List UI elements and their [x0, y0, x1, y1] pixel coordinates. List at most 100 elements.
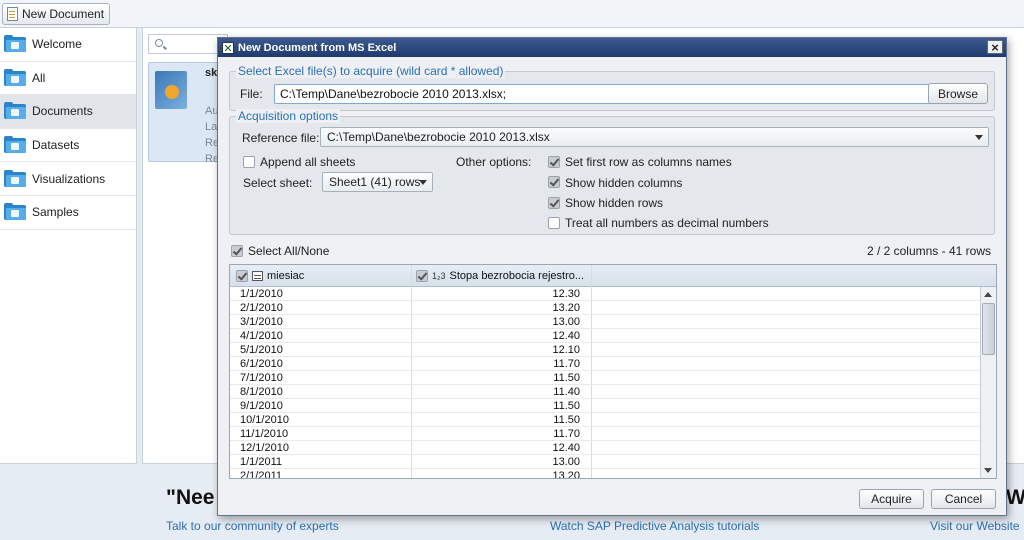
- first-row-names-label: Set first row as columns names: [565, 155, 732, 169]
- browse-button[interactable]: Browse: [928, 83, 988, 104]
- column-header-miesiac[interactable]: miesiac: [236, 265, 304, 287]
- sidebar-item-all[interactable]: All: [0, 62, 136, 96]
- files-group: Select Excel file(s) to acquire (wild ca…: [229, 64, 995, 111]
- sidebar-item-visualizations[interactable]: Visualizations: [0, 162, 136, 196]
- documents-folder-icon: [4, 102, 26, 120]
- sidebar-item-samples[interactable]: Samples: [0, 196, 136, 230]
- table-row: 10/1/2010 11.50: [230, 413, 980, 427]
- decimal-numbers-checkbox[interactable]: [548, 217, 560, 229]
- column-header-stopa[interactable]: 1₂3 Stopa bezrobocia rejestro...: [416, 265, 584, 287]
- cell-miesiac: 10/1/2010: [240, 414, 289, 426]
- all-folder-icon: [4, 68, 26, 87]
- table-row: 9/1/2010 11.50: [230, 399, 980, 413]
- banner-headline: "Nee: [166, 486, 215, 509]
- sidebar-item-datasets[interactable]: Datasets: [0, 129, 136, 163]
- sidebar-item-documents[interactable]: Documents: [0, 95, 136, 129]
- sidebar-item-welcome[interactable]: Welcome: [0, 28, 136, 62]
- cell-stopa: 11.50: [553, 400, 580, 412]
- table-row: 1/1/2011 13.00: [230, 455, 980, 469]
- cancel-button[interactable]: Cancel: [931, 489, 996, 509]
- chevron-down-icon: [419, 180, 427, 185]
- cell-miesiac: 5/1/2010: [240, 344, 283, 356]
- cell-stopa: 11.50: [553, 414, 580, 426]
- date-type-icon: [252, 271, 263, 281]
- decimal-numbers-label: Treat all numbers as decimal numbers: [565, 216, 769, 230]
- acquire-button[interactable]: Acquire: [859, 489, 924, 509]
- samples-folder-icon: [4, 203, 26, 221]
- columns-rows-summary: 2 / 2 columns - 41 rows: [866, 244, 991, 258]
- other-options-label: Other options:: [456, 155, 532, 169]
- new-document-icon: [7, 7, 18, 21]
- cell-miesiac: 1/1/2010: [240, 288, 283, 300]
- column-checkbox[interactable]: [236, 270, 248, 282]
- cell-stopa: 12.30: [552, 288, 580, 300]
- cell-stopa: 12.10: [552, 344, 580, 356]
- sidebar-item-label: Samples: [32, 205, 79, 220]
- dialog-titlebar[interactable]: New Document from MS Excel ×: [218, 38, 1006, 57]
- scroll-down-icon[interactable]: [984, 468, 992, 473]
- website-link[interactable]: Visit our Website: [930, 519, 1020, 533]
- column-checkbox[interactable]: [416, 270, 428, 282]
- first-row-names-checkbox[interactable]: [548, 156, 560, 168]
- cell-miesiac: 6/1/2010: [240, 358, 283, 370]
- reference-file-value: C:\Temp\Dane\bezrobocie 2010 2013.xlsx: [327, 130, 550, 144]
- sheet-select-value: Sheet1 (41) rows: [329, 175, 421, 189]
- column-name: Stopa bezrobocia rejestro...: [449, 270, 585, 282]
- table-row: 2/1/2011 13.20: [230, 469, 980, 478]
- files-group-legend: Select Excel file(s) to acquire (wild ca…: [236, 64, 506, 78]
- sheet-select[interactable]: Sheet1 (41) rows: [322, 172, 433, 192]
- cell-miesiac: 9/1/2010: [240, 400, 283, 412]
- table-row: 2/1/2010 13.20: [230, 301, 980, 315]
- cell-miesiac: 3/1/2010: [240, 316, 283, 328]
- file-path-input[interactable]: [274, 84, 934, 104]
- cell-miesiac: 7/1/2010: [240, 372, 283, 384]
- cell-stopa: 13.00: [552, 316, 580, 328]
- welcome-folder-icon: [4, 35, 26, 53]
- scroll-thumb[interactable]: [982, 303, 995, 355]
- cell-miesiac: 8/1/2010: [240, 386, 283, 398]
- select-all-label: Select All/None: [248, 244, 330, 258]
- search-input[interactable]: [148, 34, 228, 54]
- cell-stopa: 12.40: [552, 442, 580, 454]
- table-row: 12/1/2010 12.40: [230, 441, 980, 455]
- table-row: 5/1/2010 12.10: [230, 343, 980, 357]
- scroll-up-icon[interactable]: [984, 292, 992, 297]
- table-header: miesiac 1₂3 Stopa bezrobocia rejestro...: [230, 265, 996, 287]
- cell-miesiac: 2/1/2010: [240, 302, 283, 314]
- cell-miesiac: 2/1/2011: [240, 470, 283, 478]
- cell-stopa: 11.70: [553, 358, 580, 370]
- tutorials-link[interactable]: Watch SAP Predictive Analysis tutorials: [550, 519, 759, 533]
- table-row: 6/1/2010 11.70: [230, 357, 980, 371]
- document-tile-name: sk: [205, 67, 218, 79]
- search-icon: [155, 39, 163, 47]
- append-all-sheets-checkbox[interactable]: [243, 156, 255, 168]
- show-hidden-rows-checkbox[interactable]: [548, 197, 560, 209]
- numeric-type-icon: 1₂3: [432, 271, 446, 281]
- file-label: File:: [240, 87, 263, 101]
- document-tile[interactable]: sk Au La Re Re: [148, 62, 228, 165]
- table-body: 1/1/2010 12.30 2/1/2010 13.20 3/1/2010 13.00 4…: [230, 287, 980, 478]
- sidebar: Welcome All Documents Datasets Visualiza…: [0, 28, 137, 464]
- new-document-button[interactable]: New Document: [2, 3, 110, 25]
- table-row: 1/1/2010 12.30: [230, 287, 980, 301]
- cell-stopa: 11.40: [553, 386, 580, 398]
- append-all-sheets-label: Append all sheets: [260, 155, 356, 169]
- table-row: 8/1/2010 11.40: [230, 385, 980, 399]
- reference-file-select[interactable]: C:\Temp\Dane\bezrobocie 2010 2013.xlsx: [320, 127, 989, 147]
- cell-stopa: 11.70: [553, 428, 580, 440]
- new-document-label: New Document: [22, 7, 105, 21]
- sidebar-item-label: Welcome: [32, 37, 82, 52]
- cell-stopa: 12.40: [552, 330, 580, 342]
- select-all-checkbox[interactable]: [231, 245, 243, 257]
- community-link[interactable]: Talk to our community of experts: [166, 519, 339, 533]
- dialog-title: New Document from MS Excel: [238, 41, 397, 54]
- table-row: 4/1/2010 12.40: [230, 329, 980, 343]
- cell-stopa: 11.50: [553, 372, 580, 384]
- close-button[interactable]: ×: [987, 40, 1003, 54]
- show-hidden-columns-checkbox[interactable]: [548, 176, 560, 188]
- cell-stopa: 13.20: [552, 302, 580, 314]
- cell-miesiac: 1/1/2011: [240, 456, 283, 468]
- vertical-scrollbar[interactable]: [980, 287, 996, 478]
- reference-file-label: Reference file:: [242, 131, 320, 145]
- show-hidden-columns-label: Show hidden columns: [565, 176, 683, 190]
